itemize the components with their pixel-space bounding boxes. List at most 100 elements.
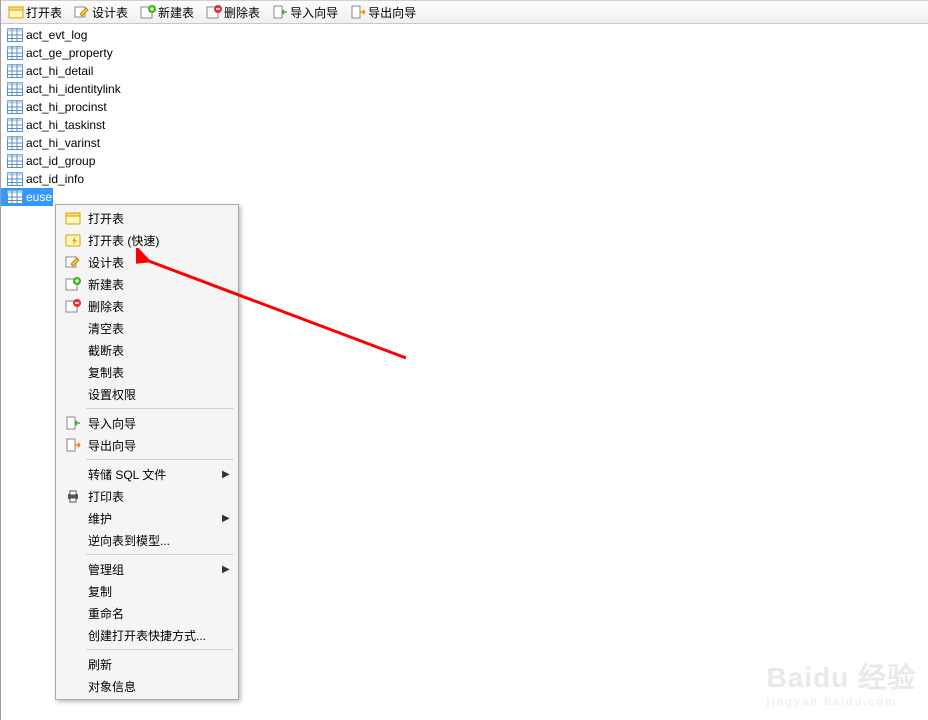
menu-set-permission[interactable]: 设置权限: [58, 383, 236, 405]
table-name: act_evt_log: [26, 28, 87, 42]
menu-refresh[interactable]: 刷新: [58, 653, 236, 675]
menu-reverse-model[interactable]: 逆向表到模型...: [58, 529, 236, 551]
print-icon: [65, 488, 81, 504]
menu-label: 清空表: [84, 320, 236, 337]
table-item[interactable]: act_hi_procinst: [1, 98, 928, 116]
menu-label: 创建打开表快捷方式...: [84, 627, 236, 644]
menu-print-table[interactable]: 打印表: [58, 485, 236, 507]
delete-table-icon: [65, 298, 81, 314]
menu-label: 设置权限: [84, 386, 236, 403]
export-wizard-label: 导出向导: [368, 4, 416, 21]
table-name: act_hi_varinst: [26, 136, 100, 150]
menu-label: 管理组: [84, 561, 222, 578]
open-table-icon: [8, 4, 24, 20]
open-table-label: 打开表: [26, 4, 62, 21]
menu-rename[interactable]: 重命名: [58, 602, 236, 624]
menu-label: 逆向表到模型...: [84, 532, 236, 549]
menu-create-shortcut[interactable]: 创建打开表快捷方式...: [58, 624, 236, 646]
table-name: act_hi_taskinst: [26, 118, 105, 132]
menu-label: 截断表: [84, 342, 236, 359]
submenu-arrow-icon: ▶: [222, 564, 236, 575]
open-table-button[interactable]: 打开表: [5, 1, 69, 24]
new-table-icon: [140, 4, 156, 20]
table-item[interactable]: act_hi_taskinst: [1, 116, 928, 134]
menu-label: 设计表: [84, 254, 236, 271]
menu-separator: [86, 554, 234, 555]
export-wizard-button[interactable]: 导出向导: [347, 1, 423, 24]
menu-design-table[interactable]: 设计表: [58, 251, 236, 273]
table-name: euse: [26, 190, 52, 204]
menu-manage-group[interactable]: 管理组▶: [58, 558, 236, 580]
design-table-icon: [74, 4, 90, 20]
new-table-button[interactable]: 新建表: [137, 1, 201, 24]
menu-export-wizard[interactable]: 导出向导: [58, 434, 236, 456]
table-icon: [7, 135, 23, 151]
table-icon: [7, 63, 23, 79]
table-item-selected[interactable]: euse: [1, 188, 53, 206]
menu-label: 复制表: [84, 364, 236, 381]
table-item[interactable]: act_ge_property: [1, 44, 928, 62]
export-icon: [65, 437, 81, 453]
table-icon: [7, 27, 23, 43]
toolbar: 打开表 设计表 新建表 删除表 导入向导 导出向导: [1, 0, 928, 24]
import-wizard-label: 导入向导: [290, 4, 338, 21]
menu-separator: [86, 649, 234, 650]
import-icon: [65, 415, 81, 431]
menu-label: 转储 SQL 文件: [84, 466, 222, 483]
menu-label: 刷新: [84, 656, 236, 673]
new-table-label: 新建表: [158, 4, 194, 21]
menu-truncate-table[interactable]: 截断表: [58, 339, 236, 361]
menu-label: 删除表: [84, 298, 236, 315]
submenu-arrow-icon: ▶: [222, 469, 236, 480]
table-icon: [7, 171, 23, 187]
import-wizard-button[interactable]: 导入向导: [269, 1, 345, 24]
table-icon: [7, 81, 23, 97]
menu-label: 复制: [84, 583, 236, 600]
design-table-icon: [65, 254, 81, 270]
menu-object-info[interactable]: 对象信息: [58, 675, 236, 697]
menu-delete-table[interactable]: 删除表: [58, 295, 236, 317]
table-item[interactable]: act_hi_detail: [1, 62, 928, 80]
table-icon: [7, 153, 23, 169]
table-item[interactable]: act_hi_varinst: [1, 134, 928, 152]
menu-copy-table[interactable]: 复制表: [58, 361, 236, 383]
menu-separator: [86, 408, 234, 409]
table-list: act_evt_log act_ge_property act_hi_detai…: [1, 24, 928, 208]
menu-label: 维护: [84, 510, 222, 527]
design-table-label: 设计表: [92, 4, 128, 21]
new-table-icon: [65, 276, 81, 292]
table-name: act_hi_procinst: [26, 100, 107, 114]
table-item[interactable]: act_evt_log: [1, 26, 928, 44]
table-name: act_hi_detail: [26, 64, 93, 78]
design-table-button[interactable]: 设计表: [71, 1, 135, 24]
watermark-brand: Baidu 经验: [766, 662, 916, 693]
menu-label: 打开表 (快速): [84, 232, 236, 249]
table-name: act_ge_property: [26, 46, 113, 60]
watermark: Baidu 经验 jingyan.baidu.com: [766, 656, 916, 708]
menu-open-table[interactable]: 打开表: [58, 207, 236, 229]
menu-empty-table[interactable]: 清空表: [58, 317, 236, 339]
menu-label: 导出向导: [84, 437, 236, 454]
menu-label: 打开表: [84, 210, 236, 227]
menu-open-table-fast[interactable]: 打开表 (快速): [58, 229, 236, 251]
table-item[interactable]: act_id_info: [1, 170, 928, 188]
context-menu: 打开表 打开表 (快速) 设计表 新建表 删除表 清空表 截断表 复制表 设置权…: [55, 204, 239, 700]
table-item[interactable]: act_hi_identitylink: [1, 80, 928, 98]
menu-import-wizard[interactable]: 导入向导: [58, 412, 236, 434]
table-name: act_id_group: [26, 154, 95, 168]
table-name: act_id_info: [26, 172, 84, 186]
open-table-fast-icon: [65, 232, 81, 248]
menu-maintain[interactable]: 维护▶: [58, 507, 236, 529]
table-item[interactable]: act_id_group: [1, 152, 928, 170]
delete-table-button[interactable]: 删除表: [203, 1, 267, 24]
table-icon: [7, 99, 23, 115]
export-icon: [350, 4, 366, 20]
import-icon: [272, 4, 288, 20]
menu-label: 打印表: [84, 488, 236, 505]
watermark-sub: jingyan.baidu.com: [766, 696, 916, 708]
menu-copy[interactable]: 复制: [58, 580, 236, 602]
menu-dump-sql[interactable]: 转储 SQL 文件▶: [58, 463, 236, 485]
menu-new-table[interactable]: 新建表: [58, 273, 236, 295]
menu-separator: [86, 459, 234, 460]
submenu-arrow-icon: ▶: [222, 513, 236, 524]
